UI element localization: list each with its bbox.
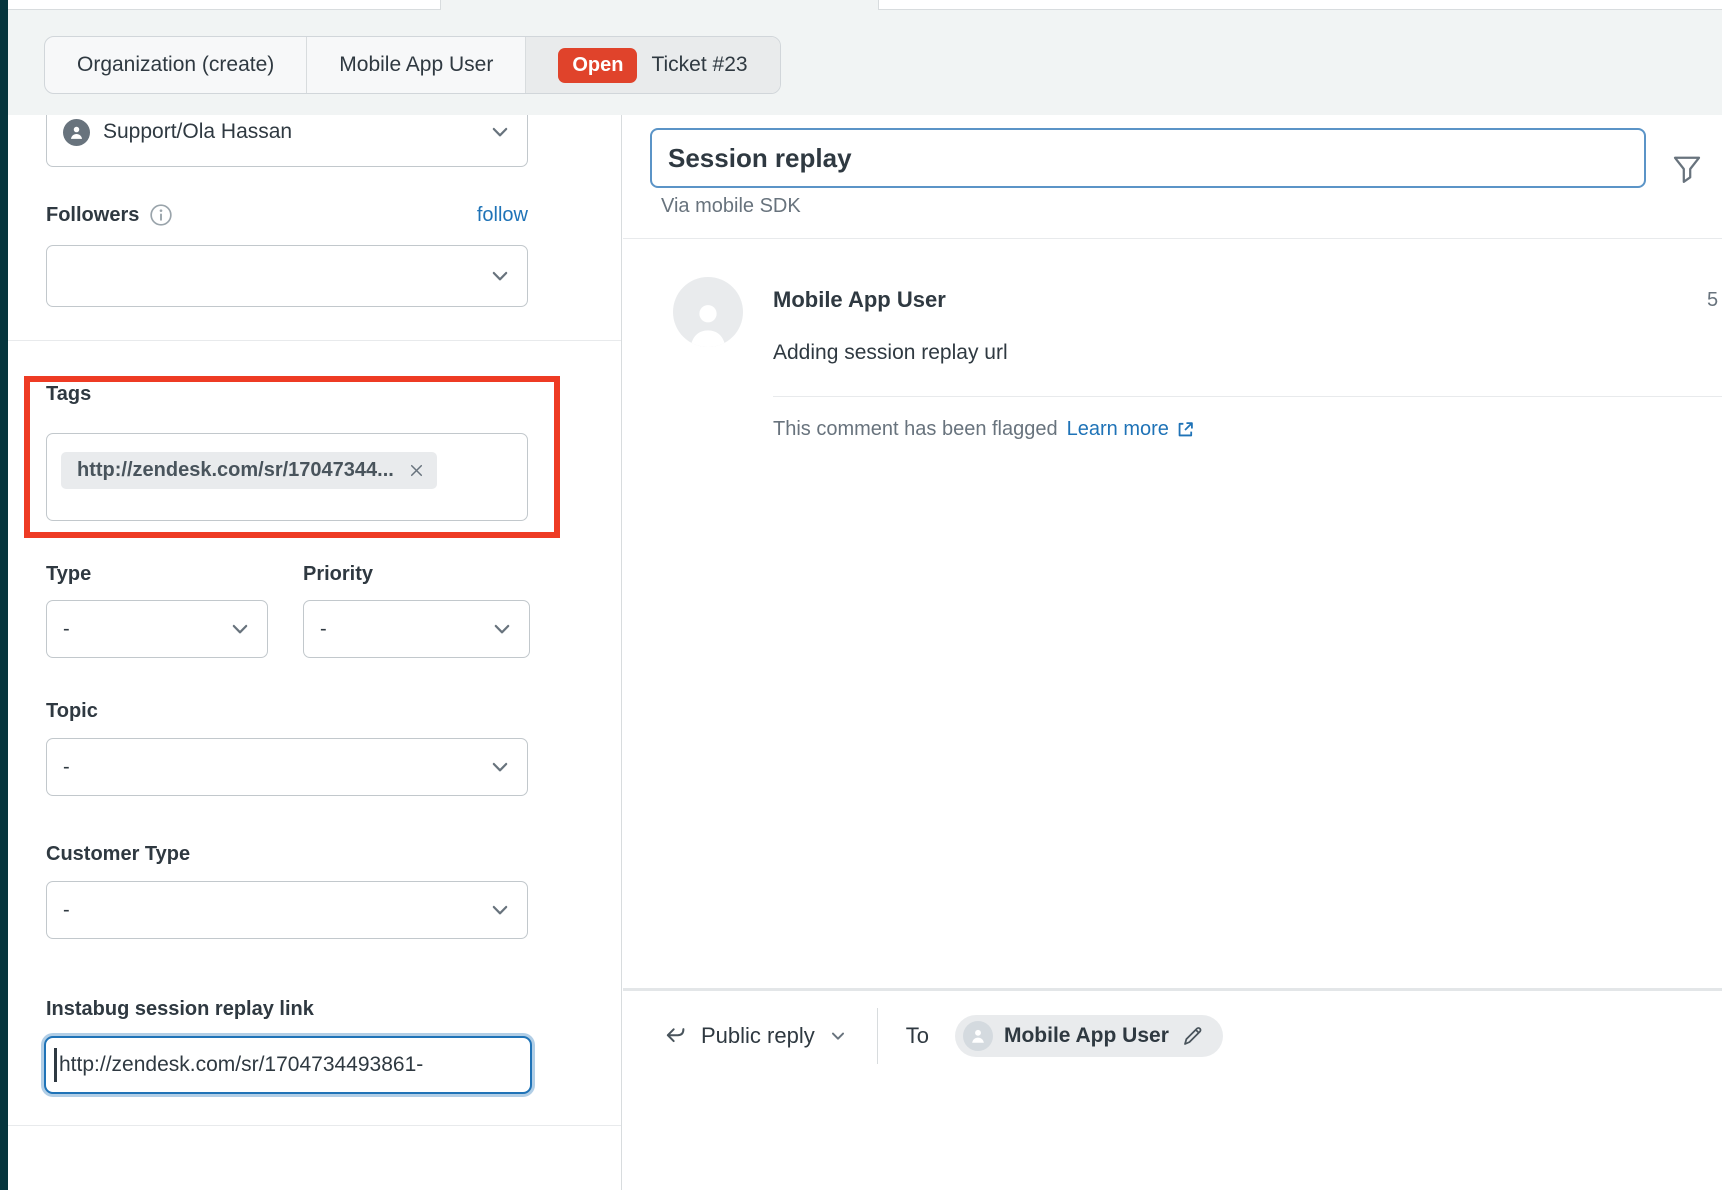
chevron-down-icon	[491, 618, 513, 640]
reply-composer: Public reply To Mobile App User	[623, 1007, 1722, 1065]
customer-type-value: -	[63, 899, 70, 922]
section-divider	[8, 1125, 621, 1126]
section-divider	[8, 340, 621, 341]
reply-arrow-icon	[663, 1024, 687, 1048]
type-select[interactable]: -	[46, 600, 268, 658]
recipient-name: Mobile App User	[1004, 1024, 1169, 1048]
ticket-number-label: Ticket #23	[651, 53, 747, 77]
conversation-panel: Via mobile SDK Mobile App User 5 Adding …	[623, 115, 1722, 1190]
breadcrumb: Organization (create) Mobile App User Op…	[44, 36, 781, 94]
subject-input[interactable]	[650, 128, 1646, 188]
tag-chip: http://zendesk.com/sr/17047344...	[61, 452, 437, 489]
recipient-pill[interactable]: Mobile App User	[955, 1015, 1223, 1057]
ticket-fields-sidebar: Support/Ola Hassan Followers follow Tags…	[8, 115, 622, 1190]
customer-type-select[interactable]: -	[46, 881, 528, 939]
comment-author[interactable]: Mobile App User	[773, 287, 946, 313]
avatar	[63, 119, 90, 146]
avatar	[673, 277, 743, 347]
instabug-link-input[interactable]: http://zendesk.com/sr/1704734493861-	[44, 1036, 532, 1094]
topic-value: -	[63, 756, 70, 779]
priority-value: -	[320, 618, 327, 641]
chevron-down-icon	[829, 1027, 847, 1045]
person-icon	[68, 124, 85, 141]
breadcrumb-requester[interactable]: Mobile App User	[306, 37, 525, 93]
followers-select[interactable]	[46, 245, 528, 307]
panel-divider	[623, 238, 1722, 239]
priority-select[interactable]: -	[303, 600, 530, 658]
pencil-icon[interactable]	[1180, 1024, 1205, 1049]
comment-body: Adding session replay url	[773, 341, 1008, 365]
tags-label: Tags	[46, 383, 91, 406]
customer-type-label: Customer Type	[46, 843, 190, 866]
to-label: To	[906, 1023, 929, 1049]
breadcrumb-organization[interactable]: Organization (create)	[45, 37, 306, 93]
followers-row: Followers follow	[46, 203, 528, 227]
reply-type-label: Public reply	[701, 1023, 815, 1049]
flagged-notice: This comment has been flagged Learn more	[773, 418, 1195, 441]
text-caret	[54, 1048, 57, 1082]
chevron-down-icon	[489, 756, 511, 778]
remove-tag-button[interactable]	[408, 462, 425, 479]
chevron-down-icon	[229, 618, 251, 640]
avatar	[963, 1021, 993, 1051]
composer-divider	[623, 988, 1722, 991]
assignee-select[interactable]: Support/Ola Hassan	[46, 115, 528, 167]
person-icon	[682, 299, 734, 347]
close-icon	[408, 462, 425, 479]
type-value: -	[63, 618, 70, 641]
chevron-down-icon	[489, 265, 511, 287]
zendesk-ticket-screen: Organization (create) Mobile App User Op…	[0, 0, 1722, 1190]
channel-label: Via mobile SDK	[661, 195, 801, 218]
learn-more-link[interactable]: Learn more	[1067, 418, 1195, 441]
flagged-text: This comment has been flagged	[773, 418, 1058, 441]
app-nav-rail	[0, 0, 8, 1190]
composer-separator	[877, 1008, 878, 1064]
chevron-down-icon	[489, 121, 511, 143]
tag-chip-text: http://zendesk.com/sr/17047344...	[77, 459, 394, 482]
reply-type-menu[interactable]: Public reply	[663, 1023, 847, 1049]
workspace-tab-right[interactable]	[878, 0, 1722, 10]
instabug-link-value: http://zendesk.com/sr/1704734493861-	[59, 1053, 423, 1077]
tags-field[interactable]: http://zendesk.com/sr/17047344...	[46, 433, 528, 521]
status-badge: Open	[558, 48, 637, 83]
workspace-tab-left[interactable]	[8, 0, 441, 10]
filter-conversation-button[interactable]	[1665, 147, 1709, 191]
type-label: Type	[46, 563, 91, 586]
breadcrumb-ticket[interactable]: Open Ticket #23	[525, 37, 779, 93]
topic-label: Topic	[46, 700, 98, 723]
comment-timestamp: 5	[1707, 289, 1718, 312]
external-link-icon	[1176, 420, 1195, 439]
follow-link[interactable]: follow	[477, 204, 528, 227]
priority-label: Priority	[303, 563, 373, 586]
filter-funnel-icon	[1671, 153, 1703, 185]
learn-more-label: Learn more	[1067, 418, 1169, 441]
topic-select[interactable]: -	[46, 738, 528, 796]
comment-divider	[773, 396, 1722, 397]
info-icon[interactable]	[149, 203, 173, 227]
person-icon	[969, 1027, 987, 1045]
instabug-link-label: Instabug session replay link	[46, 998, 314, 1021]
assignee-value: Support/Ola Hassan	[103, 120, 292, 144]
followers-label: Followers	[46, 204, 139, 227]
chevron-down-icon	[489, 899, 511, 921]
